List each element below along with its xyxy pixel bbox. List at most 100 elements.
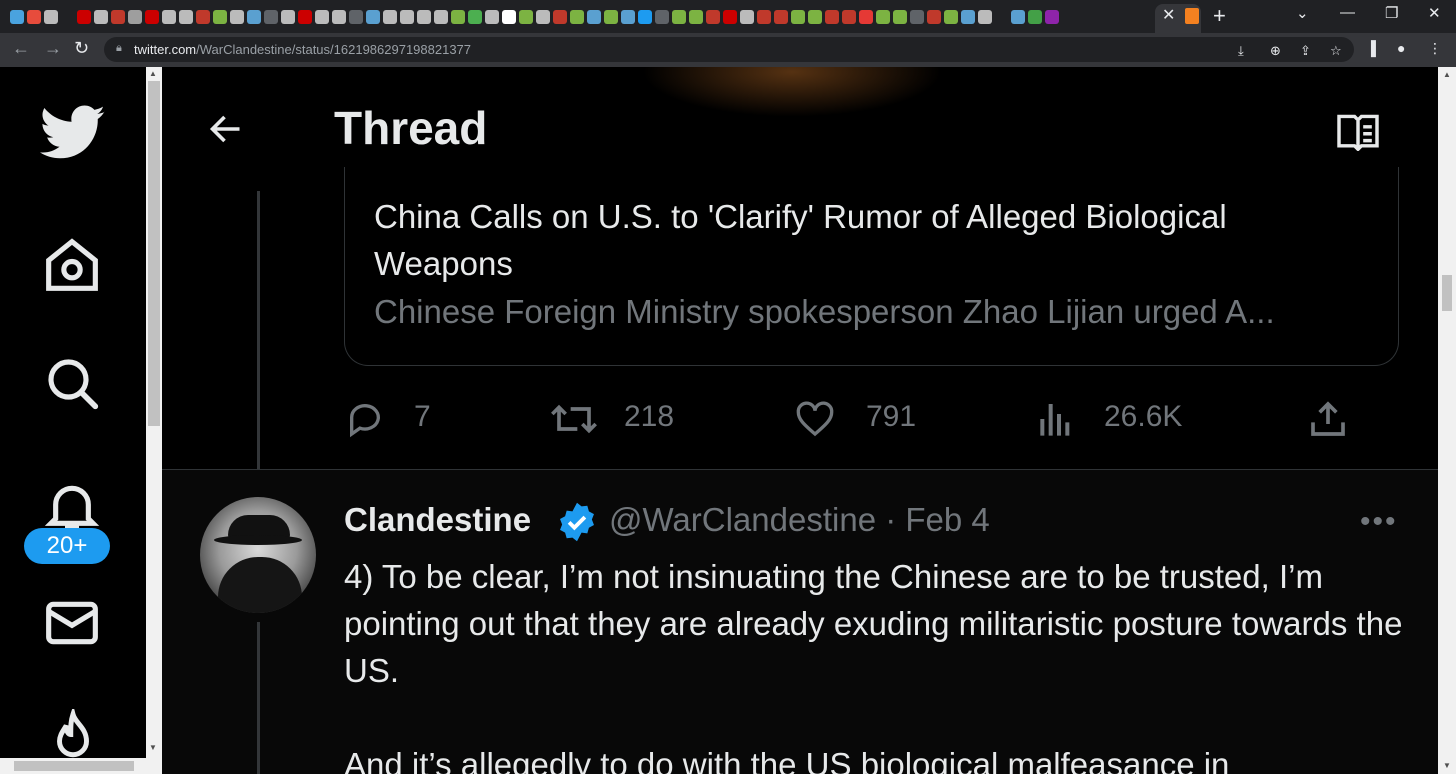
close-tab-icon[interactable]: ✕	[1162, 6, 1175, 26]
tab-favicon[interactable]	[791, 10, 805, 24]
tab-favicon[interactable]	[485, 10, 499, 24]
share-icon[interactable]: ⇪	[1300, 43, 1311, 59]
tab-favicon[interactable]	[451, 10, 465, 24]
tab-favicon[interactable]	[128, 10, 142, 24]
tab-favicon[interactable]	[213, 10, 227, 24]
author-name[interactable]: Clandestine	[344, 501, 531, 539]
more-options-icon[interactable]: •••	[1360, 505, 1398, 539]
author-handle-date[interactable]: @WarClandestine · Feb 4	[609, 501, 990, 539]
retweet-icon[interactable]	[550, 399, 598, 439]
tab-favicon[interactable]	[77, 10, 91, 24]
back-nav-icon[interactable]: ←	[12, 38, 30, 59]
notifications-bell-icon[interactable]	[44, 479, 100, 535]
tab-favicon[interactable]	[111, 10, 125, 24]
tab-favicon[interactable]	[825, 10, 839, 24]
profile-icon[interactable]: ●	[1397, 40, 1405, 56]
side-panel-icon[interactable]: ▐	[1366, 40, 1376, 56]
tab-favicon[interactable]	[383, 10, 397, 24]
tab-favicon[interactable]	[1011, 10, 1025, 24]
tab-favicon[interactable]	[604, 10, 618, 24]
tab-favicon[interactable]	[196, 10, 210, 24]
tab-favicon[interactable]	[944, 10, 958, 24]
tab-favicon[interactable]	[27, 10, 41, 24]
page-scrollbar[interactable]: ▲ ▼	[1438, 67, 1456, 774]
tab-favicon[interactable]	[876, 10, 890, 24]
close-window-button[interactable]: ✕	[1428, 4, 1441, 22]
page-scroll-thumb[interactable]	[1442, 275, 1452, 311]
tab-favicon[interactable]	[519, 10, 533, 24]
tab-favicon[interactable]	[247, 10, 261, 24]
share-tweet-icon[interactable]	[1308, 399, 1348, 439]
tab-favicon[interactable]	[468, 10, 482, 24]
tab-favicon[interactable]	[740, 10, 754, 24]
tab-favicon[interactable]	[774, 10, 788, 24]
tab-favicon[interactable]	[332, 10, 346, 24]
tab-favicon[interactable]	[689, 10, 703, 24]
tab-favicon[interactable]	[723, 10, 737, 24]
search-icon[interactable]	[44, 355, 100, 411]
install-app-icon[interactable]: ⤓	[1238, 43, 1244, 59]
tab-favicon[interactable]	[842, 10, 856, 24]
tab-favicon[interactable]	[553, 10, 567, 24]
tab-favicon[interactable]	[230, 10, 244, 24]
tab-favicon[interactable]	[706, 10, 720, 24]
tab-favicon[interactable]	[264, 10, 278, 24]
home-icon[interactable]	[44, 237, 100, 293]
tab-favicon[interactable]	[672, 10, 686, 24]
verified-badge-icon[interactable]	[556, 501, 598, 543]
tab-favicon[interactable]	[621, 10, 635, 24]
tab-favicon[interactable]	[434, 10, 448, 24]
address-bar[interactable]: 🔒︎ twitter.com/WarClandestine/status/162…	[104, 37, 1354, 62]
tab-favicon[interactable]	[927, 10, 941, 24]
tab-favicon[interactable]	[94, 10, 108, 24]
sidebar-scroll-thumb[interactable]	[148, 81, 160, 426]
tab-favicon[interactable]	[859, 10, 873, 24]
horizontal-scroll-thumb[interactable]	[14, 761, 134, 771]
tab-favicon[interactable]	[145, 10, 159, 24]
page-scroll-down-icon[interactable]: ▼	[1443, 761, 1451, 770]
tab-favicon[interactable]	[910, 10, 924, 24]
tab-favicon[interactable]	[655, 10, 669, 24]
new-tab-button[interactable]: +	[1213, 3, 1226, 29]
reply-icon[interactable]	[344, 399, 386, 439]
like-heart-icon[interactable]	[794, 399, 836, 439]
tab-favicon[interactable]	[536, 10, 550, 24]
avatar[interactable]	[200, 497, 316, 613]
zoom-icon[interactable]: ⊕	[1270, 43, 1281, 59]
scroll-up-arrow-icon[interactable]: ▲	[149, 69, 157, 78]
tab-favicon[interactable]	[44, 10, 58, 24]
page-scroll-up-icon[interactable]: ▲	[1443, 70, 1451, 79]
tab-favicon[interactable]	[1028, 10, 1042, 24]
tab-favicon[interactable]	[298, 10, 312, 24]
tab-favicon[interactable]	[349, 10, 363, 24]
tab-favicon[interactable]	[366, 10, 380, 24]
tab-favicon[interactable]	[281, 10, 295, 24]
reload-icon[interactable]: ↻	[74, 38, 89, 59]
tab-search-icon[interactable]: ⌄	[1296, 4, 1309, 22]
tab-favicon[interactable]	[1045, 10, 1059, 24]
tab-favicon[interactable]	[638, 10, 652, 24]
tab-favicon[interactable]	[400, 10, 414, 24]
forward-nav-icon[interactable]: →	[44, 38, 62, 59]
twitter-logo-icon[interactable]	[40, 105, 106, 161]
horizontal-scrollbar[interactable]	[0, 758, 162, 774]
tab-favicon[interactable]	[893, 10, 907, 24]
browser-menu-icon[interactable]: ⋮	[1428, 40, 1442, 57]
maximize-button[interactable]: ❐	[1385, 4, 1398, 22]
minimize-button[interactable]: —	[1340, 4, 1355, 21]
bookmark-star-icon[interactable]: ☆	[1330, 43, 1342, 59]
tab-favicon[interactable]	[978, 10, 992, 24]
scroll-down-arrow-icon[interactable]: ▼	[149, 743, 157, 752]
tab-favicon[interactable]	[757, 10, 771, 24]
tab-favicon[interactable]	[587, 10, 601, 24]
sidebar-scrollbar[interactable]: ▲ ▼	[146, 67, 162, 774]
tab-strip[interactable]	[10, 7, 1160, 27]
views-analytics-icon[interactable]	[1036, 399, 1072, 439]
tab-favicon[interactable]	[10, 10, 24, 24]
tab-favicon[interactable]	[315, 10, 329, 24]
tab-favicon[interactable]	[808, 10, 822, 24]
back-arrow-icon[interactable]	[206, 111, 246, 147]
messages-icon[interactable]	[44, 595, 100, 651]
tab-favicon[interactable]	[961, 10, 975, 24]
card-title[interactable]: China Calls on U.S. to 'Clarify' Rumor o…	[374, 193, 1334, 287]
